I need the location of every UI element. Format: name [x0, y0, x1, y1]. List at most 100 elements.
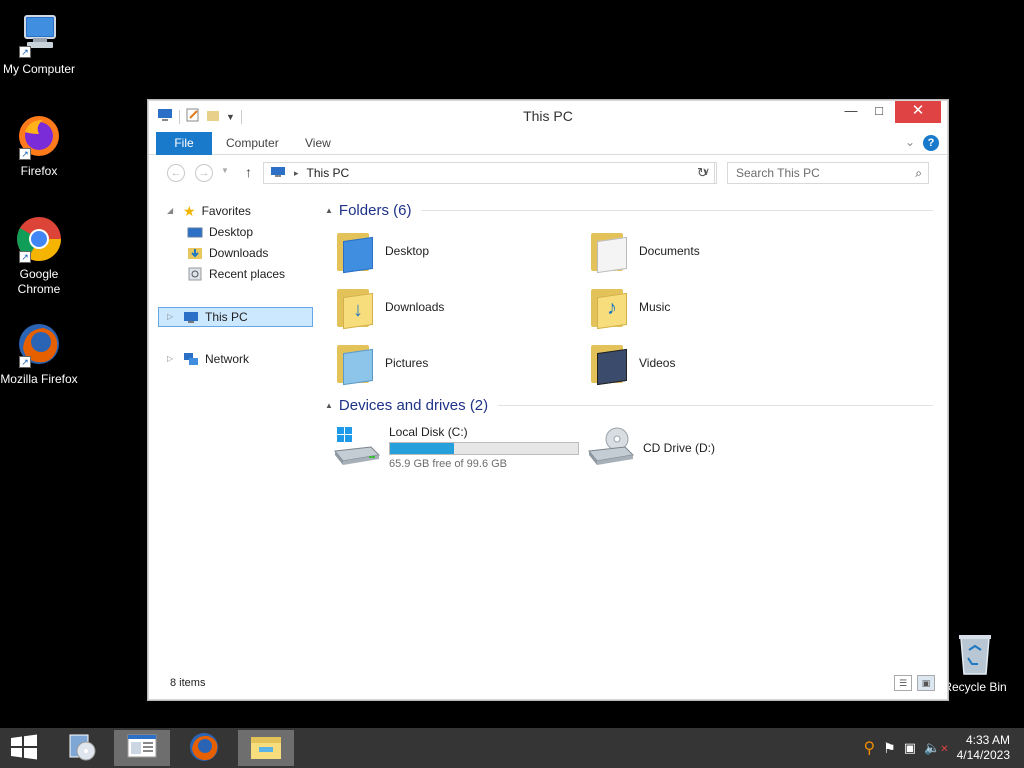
desktop-icon-label: Mozilla Firefox: [0, 372, 78, 386]
firefox-icon: ↗: [15, 112, 63, 160]
taskbar-disc-tool[interactable]: [54, 730, 110, 766]
nav-label: Recent places: [209, 267, 286, 281]
nav-network[interactable]: ▷ Network: [167, 349, 249, 369]
search-tray-icon[interactable]: ⚲: [863, 738, 875, 758]
large-icons-view-icon[interactable]: ▣: [917, 675, 935, 691]
nav-label: Desktop: [209, 225, 254, 239]
tab-view[interactable]: View: [292, 132, 344, 155]
recent-locations-icon[interactable]: ▼: [221, 166, 229, 175]
up-button[interactable]: ↑: [245, 164, 252, 180]
shortcut-arrow-icon: ↗: [19, 356, 31, 368]
nav-label: Network: [205, 352, 250, 366]
breadcrumb[interactable]: This PC: [307, 166, 350, 180]
network-tray-icon[interactable]: ▣: [904, 740, 916, 756]
status-bar: 8 items ☰ ▣: [149, 673, 947, 697]
downloads-icon: [187, 246, 203, 260]
navigation-bar: ← → ▼ ↑ ▸ This PC ∨ ↻ Search This PC ⌕: [149, 155, 947, 189]
group-title: Folders (6): [338, 202, 412, 219]
drive-name: Local Disk (C:): [389, 425, 468, 439]
drive-name: CD Drive (D:): [643, 440, 715, 455]
taskbar-file-explorer[interactable]: [238, 730, 294, 766]
clock[interactable]: 4:33 AM 4/14/2023: [957, 733, 1010, 763]
action-center-flag-icon[interactable]: ⚑: [883, 740, 896, 757]
folder-name: Pictures: [385, 356, 429, 370]
nav-this-pc[interactable]: ▷ This PC: [158, 307, 313, 327]
chrome-icon: ↗: [15, 215, 63, 263]
explorer-window: ▼ This PC — □ ✕ File Computer View ⌄ ? ←…: [148, 100, 948, 700]
videos-folder-icon: [589, 341, 629, 386]
search-input[interactable]: Search This PC ⌕: [727, 162, 929, 184]
nav-recent-places[interactable]: Recent places: [187, 264, 285, 284]
star-icon: ★: [183, 203, 196, 219]
devices-group-header[interactable]: ▲ Devices and drives (2): [325, 397, 933, 414]
this-pc-icon: [183, 310, 199, 324]
taskbar: ⚲ ⚑ ▣ 🔈✕ 4:33 AM 4/14/2023: [0, 728, 1024, 768]
close-button[interactable]: ✕: [895, 101, 941, 123]
desktop-icon-google-chrome[interactable]: ↗ Google Chrome: [0, 215, 78, 297]
nav-downloads[interactable]: Downloads: [187, 243, 268, 263]
group-title: Devices and drives (2): [338, 397, 489, 414]
volume-muted-icon[interactable]: 🔈✕: [924, 740, 949, 756]
music-folder-icon: ♪: [589, 285, 629, 330]
group-divider: [498, 405, 933, 406]
this-pc-address-icon: [270, 166, 286, 181]
desktop-icon-firefox[interactable]: ↗ Firefox: [0, 112, 78, 179]
desktop-folder-icon: [335, 229, 375, 274]
folder-tile-downloads[interactable]: ↓ Downloads: [335, 281, 575, 333]
help-icon[interactable]: ?: [923, 135, 939, 151]
system-tray: ⚲ ⚑ ▣ 🔈✕ 4:33 AM 4/14/2023: [863, 728, 1024, 768]
window-title: This PC: [523, 108, 573, 124]
drive-tile-cd-drive[interactable]: CD Drive (D:): [587, 425, 715, 470]
ribbon: File Computer View ⌄ ?: [149, 131, 947, 155]
expand-icon[interactable]: ▷: [167, 349, 177, 369]
title-bar[interactable]: ▼ This PC — □ ✕: [149, 101, 947, 131]
drive-tile-local-disk[interactable]: Local Disk (C:) 65.9 GB free of 99.6 GB: [333, 425, 579, 470]
details-view-icon[interactable]: ☰: [894, 675, 912, 691]
address-bar[interactable]: ▸ This PC ∨: [263, 162, 715, 184]
computer-icon: ↗: [15, 10, 63, 58]
tab-file[interactable]: File: [156, 132, 212, 155]
clock-time: 4:33 AM: [965, 733, 1010, 747]
group-divider: [421, 210, 933, 211]
breadcrumb-separator[interactable]: ▸: [294, 168, 299, 179]
tab-computer[interactable]: Computer: [213, 132, 292, 155]
expand-icon[interactable]: ▷: [167, 307, 177, 327]
clock-date: 4/14/2023: [956, 748, 1010, 762]
maximize-button[interactable]: □: [865, 101, 893, 123]
shortcut-arrow-icon: ↗: [19, 251, 31, 263]
back-button[interactable]: ←: [167, 164, 185, 182]
desktop-icon: [187, 225, 203, 239]
desktop-icon-mozilla-firefox[interactable]: ↗ Mozilla Firefox: [0, 320, 78, 387]
search-icon[interactable]: ⌕: [915, 163, 922, 183]
ribbon-expand-icon[interactable]: ⌄: [905, 135, 915, 149]
cd-drive-icon: [587, 425, 635, 470]
drive-free-space: 65.9 GB free of 99.6 GB: [389, 458, 508, 470]
nav-label: Favorites: [201, 204, 251, 218]
server-manager-icon: [126, 733, 158, 764]
nav-desktop[interactable]: Desktop: [187, 222, 253, 242]
recycle-bin-icon: [955, 632, 995, 676]
minimize-button[interactable]: —: [837, 101, 865, 123]
windows-logo-icon: [10, 734, 38, 763]
collapse-icon[interactable]: ▲: [325, 401, 333, 410]
recent-places-icon: [187, 267, 203, 281]
desktop-icon-my-computer[interactable]: ↗ My Computer: [0, 10, 78, 77]
desktop-icon-label: My Computer: [2, 62, 76, 76]
forward-button[interactable]: →: [195, 164, 213, 182]
folder-tile-documents[interactable]: Documents: [589, 225, 829, 277]
folder-tile-music[interactable]: ♪ Music: [589, 281, 829, 333]
collapse-icon[interactable]: ◢: [167, 201, 177, 221]
nav-favorites[interactable]: ◢ ★ Favorites: [167, 201, 251, 221]
folder-tile-videos[interactable]: Videos: [589, 337, 829, 389]
start-button[interactable]: [0, 730, 48, 766]
folder-tile-desktop[interactable]: Desktop: [335, 225, 575, 277]
taskbar-firefox[interactable]: [176, 730, 232, 766]
folder-tile-pictures[interactable]: Pictures: [335, 337, 575, 389]
taskbar-server-manager[interactable]: [114, 730, 170, 766]
refresh-button[interactable]: ↻: [689, 162, 717, 184]
collapse-icon[interactable]: ▲: [325, 206, 333, 215]
firefox-icon: ↗: [15, 320, 63, 368]
downloads-folder-icon: ↓: [335, 285, 375, 330]
shortcut-arrow-icon: ↗: [19, 148, 31, 160]
folders-group-header[interactable]: ▲ Folders (6): [325, 202, 933, 219]
